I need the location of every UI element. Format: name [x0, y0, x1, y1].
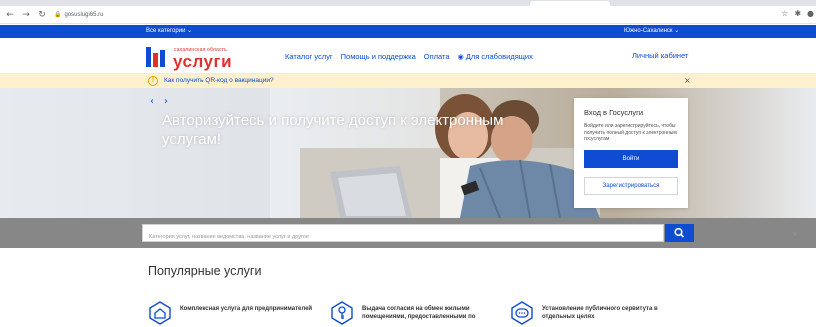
extensions-icon[interactable]: ✱: [794, 9, 801, 18]
top-bar: Все категории ⌄ Южно-Сахалинск ⌄: [0, 25, 816, 38]
slider-prev-icon[interactable]: ‹: [150, 96, 154, 107]
service-card-servitude[interactable]: Установление публичного сервитута в отде…: [510, 301, 680, 327]
main-nav: Каталог услуг Помощь и поддержка Оплата …: [285, 38, 533, 74]
service-label: Выдача согласия на обмен жилыми помещени…: [362, 306, 476, 320]
eye-icon: ◉: [457, 52, 464, 61]
nav-help[interactable]: Помощь и поддержка: [341, 52, 416, 61]
back-icon[interactable]: ←: [4, 9, 16, 21]
hero-banner: ‹ › Авторизуйтесь и получите доступ к эл…: [0, 88, 816, 218]
register-button[interactable]: Зарегистрироваться: [584, 177, 678, 195]
slider-arrows: ‹ ›: [150, 96, 168, 107]
login-description: Войдите или зарегистрируйтесь, чтобы пол…: [584, 123, 677, 142]
reload-icon[interactable]: ↻: [36, 9, 48, 21]
nav-accessibility[interactable]: ◉ Для слабовидящих: [458, 52, 533, 61]
search-bar: ×: [0, 218, 816, 248]
login-panel: Вход в Госуслуги Войдите или зарегистрир…: [574, 98, 688, 208]
search-button[interactable]: [665, 224, 694, 242]
slider-next-icon[interactable]: ›: [164, 96, 168, 107]
logo-mark-icon: [146, 47, 166, 67]
hero-photo: [270, 88, 600, 218]
close-icon[interactable]: ×: [684, 74, 691, 88]
profile-icon[interactable]: ●: [807, 9, 814, 18]
login-button[interactable]: Войти: [584, 150, 678, 168]
service-label: Комплексная услуга для предпринимателей: [180, 306, 313, 312]
search-icon: [674, 227, 685, 238]
bookmark-star-icon[interactable]: ☆: [781, 9, 788, 18]
page: ← → ↻ 🔒 gosuslugi65.ru ☆ ✱ ● Все категор…: [0, 0, 816, 327]
clear-icon[interactable]: ×: [792, 225, 798, 243]
categories-dropdown[interactable]: Все категории ⌄: [146, 25, 192, 38]
chat-icon: [511, 301, 533, 325]
service-card-business[interactable]: Комплексная услуга для предпринимателей: [148, 301, 318, 327]
house-icon: [149, 301, 171, 325]
notification-banner: ! Как получить QR-код о вакцинации? ×: [0, 74, 816, 88]
key-icon: [331, 301, 353, 325]
url-field[interactable]: 🔒 gosuslugi65.ru: [54, 9, 774, 21]
login-title: Вход в Госуслуги: [584, 108, 644, 117]
url-text: gosuslugi65.ru: [64, 11, 104, 18]
site-header: сахалинская область услуги Каталог услуг…: [0, 38, 816, 74]
search-box: ×: [142, 224, 798, 245]
personal-account-link[interactable]: Личный кабинет: [632, 38, 688, 74]
nav-catalog[interactable]: Каталог услуг: [285, 52, 333, 61]
site-logo[interactable]: сахалинская область услуги: [146, 45, 271, 71]
service-label: Установление публичного сервитута в отде…: [542, 306, 658, 320]
popular-services-title: Популярные услуги: [148, 264, 262, 278]
forward-icon[interactable]: →: [20, 9, 32, 21]
logo-text: услуги: [173, 52, 233, 71]
hero-title: Авторизуйтесь и получите доступ к электр…: [162, 112, 504, 148]
browser-address-bar: ← → ↻ 🔒 gosuslugi65.ru ☆ ✱ ●: [0, 6, 816, 24]
region-selector[interactable]: Южно-Сахалинск ⌄: [624, 25, 679, 38]
browser-actions: ☆ ✱ ●: [781, 9, 814, 18]
nav-payment[interactable]: Оплата: [424, 52, 450, 61]
qr-code-link[interactable]: Как получить QR-код о вакцинации?: [164, 74, 274, 88]
search-input[interactable]: [143, 229, 643, 245]
service-card-housing[interactable]: Выдача согласия на обмен жилыми помещени…: [330, 301, 500, 327]
lock-icon: 🔒: [54, 11, 62, 18]
warning-icon: !: [148, 76, 158, 86]
nav-accessibility-label: Для слабовидящих: [465, 51, 533, 61]
